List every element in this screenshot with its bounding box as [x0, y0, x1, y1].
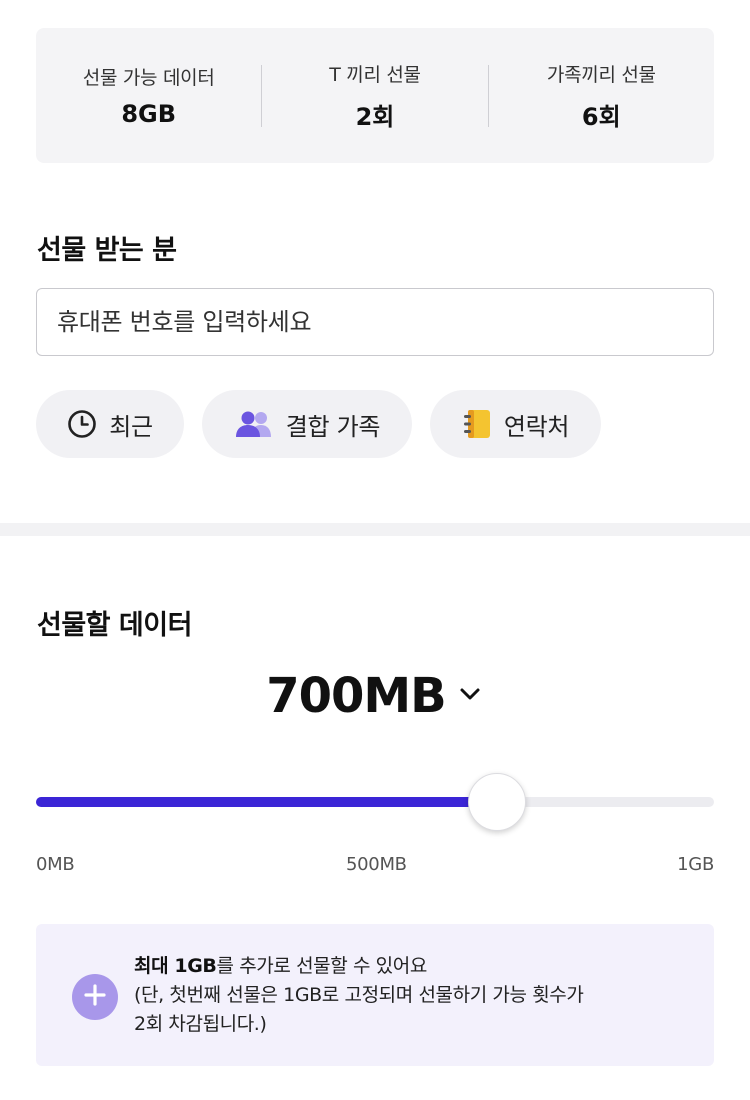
clock-icon: [67, 409, 97, 439]
slider-fill: [36, 797, 498, 807]
family-chip-button[interactable]: 결합 가족: [202, 390, 412, 458]
chip-label: 최근: [109, 412, 153, 441]
phone-number-input[interactable]: [36, 288, 714, 356]
gift-summary-card: 선물 가능 데이터 8GB T 끼리 선물 2회 가족끼리 선물 6회: [36, 28, 714, 163]
summary-label: 가족끼리 선물: [546, 63, 656, 86]
summary-value: 8GB: [121, 100, 177, 128]
chip-label: 결합 가족: [285, 412, 381, 441]
amount-value: 700MB: [266, 668, 447, 724]
info-line-3: 2회 차감됩니다.): [134, 1013, 267, 1035]
extra-gift-info-text: 최대 1GB를 추가로 선물할 수 있어요 (단, 첫번째 선물은 1GB로 고…: [134, 952, 694, 1039]
info-line-1-rest: 를 추가로 선물할 수 있어요: [216, 955, 427, 977]
gift-data-section-title: 선물할 데이터: [37, 610, 192, 641]
summary-value: 2회: [355, 102, 395, 131]
contacts-book-icon: [462, 408, 492, 440]
info-line-2: (단, 첫번째 선물은 1GB로 고정되며 선물하기 가능 횟수가: [134, 984, 584, 1006]
info-line-1: 최대 1GB를 추가로 선물할 수 있어요: [134, 952, 694, 981]
chip-label: 연락처: [503, 412, 570, 441]
chevron-down-icon: [456, 680, 484, 712]
add-extra-gift-button[interactable]: [72, 974, 118, 1020]
slider-min-label: 0MB: [36, 854, 75, 875]
section-divider: [0, 523, 750, 536]
summary-label: T 끼리 선물: [329, 63, 421, 86]
summary-available-data: 선물 가능 데이터 8GB: [36, 63, 261, 128]
summary-label: 선물 가능 데이터: [82, 67, 215, 89]
amount-selector[interactable]: 700MB: [0, 668, 750, 724]
contacts-chip-button[interactable]: 연락처: [430, 390, 601, 458]
plus-icon: [83, 983, 107, 1011]
slider-thumb[interactable]: [468, 773, 527, 831]
recipient-section-title: 선물 받는 분: [37, 235, 177, 266]
extra-gift-info-box: 최대 1GB를 추가로 선물할 수 있어요 (단, 첫번째 선물은 1GB로 고…: [36, 924, 714, 1066]
family-icon: [234, 410, 274, 438]
info-highlight: 최대 1GB: [134, 955, 217, 977]
slider-mid-label: 500MB: [346, 854, 407, 875]
summary-t-gift-count: T 끼리 선물 2회: [262, 60, 487, 132]
amount-slider[interactable]: [36, 773, 714, 831]
recent-chip-button[interactable]: 최근: [36, 390, 184, 458]
summary-family-gift-count: 가족끼리 선물 6회: [489, 60, 714, 132]
slider-max-label: 1GB: [677, 854, 714, 875]
summary-value: 6회: [581, 102, 621, 131]
